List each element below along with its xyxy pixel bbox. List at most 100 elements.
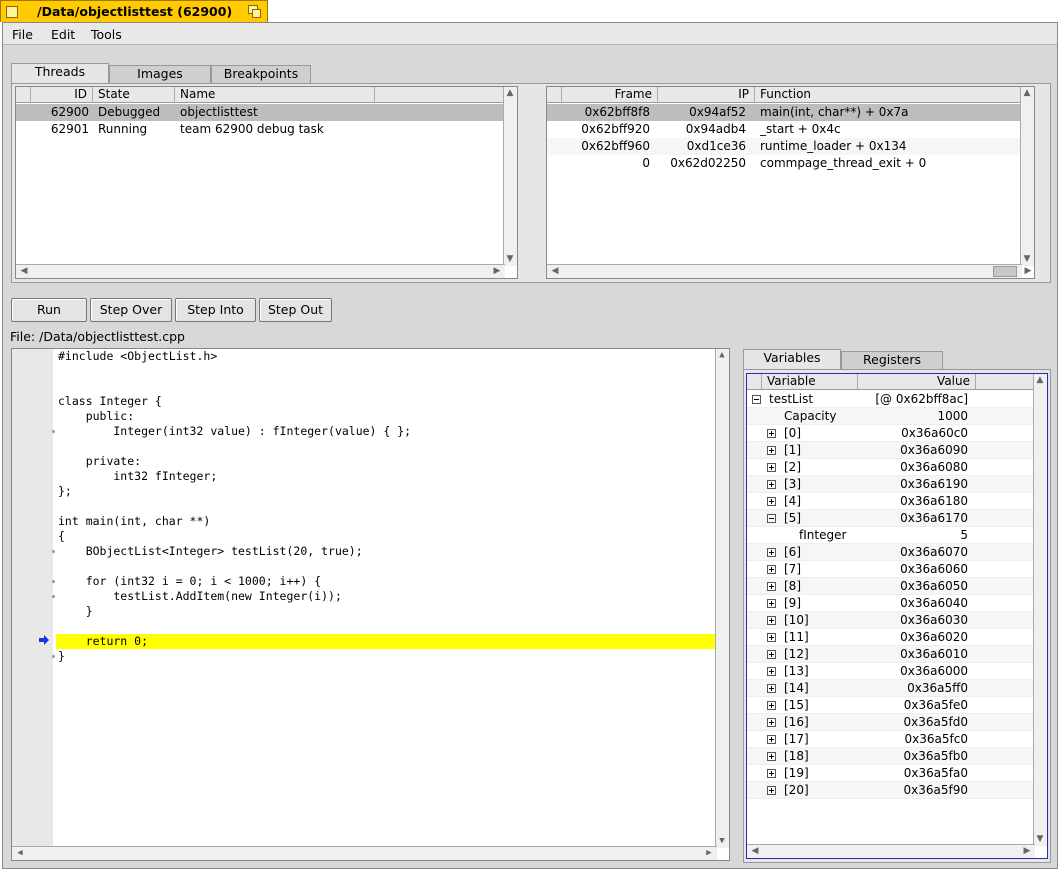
variable-row[interactable]: [17] 0x36a5fc0	[747, 731, 1047, 748]
variable-row[interactable]: [20] 0x36a5f90	[747, 782, 1047, 799]
variable-row[interactable]: [0] 0x36a60c0	[747, 425, 1047, 442]
expand-toggle-icon[interactable]	[767, 616, 776, 625]
expand-toggle-icon[interactable]	[767, 548, 776, 557]
window-title-tab[interactable]: /Data/objectlisttest (62900)	[0, 0, 268, 22]
expand-toggle-icon[interactable]	[767, 650, 776, 659]
top-tab-bar: Threads Images Breakpoints	[11, 63, 331, 85]
tab-variables[interactable]: Variables	[743, 349, 841, 369]
stack-hscroll[interactable]: ◀ ▶	[547, 264, 1031, 278]
expand-toggle-icon[interactable]	[767, 735, 776, 744]
column-frame[interactable]: Frame	[562, 87, 658, 103]
tab-breakpoints[interactable]: Breakpoints	[211, 65, 311, 83]
expand-toggle-icon[interactable]	[767, 429, 776, 438]
breakpoint-marker-dot[interactable]	[52, 595, 55, 598]
thread-row[interactable]: 62900 Debugged objectlisttest	[16, 104, 517, 121]
tab-registers[interactable]: Registers	[841, 351, 943, 369]
stack-frame-row[interactable]: 0x62bff8f8 0x94af52 main(int, char**) + 0x…	[547, 104, 1034, 121]
variable-row[interactable]: [19] 0x36a5fa0	[747, 765, 1047, 782]
column-value[interactable]: Value	[858, 374, 976, 390]
variable-row[interactable]: [1] 0x36a6090	[747, 442, 1047, 459]
variable-row[interactable]: [4] 0x36a6180	[747, 493, 1047, 510]
variable-row[interactable]: [14] 0x36a5ff0	[747, 680, 1047, 697]
stack-frame-row[interactable]: 0 0x62d02250 commpage_thread_exit + 0	[547, 155, 1034, 172]
variable-row[interactable]: Capacity 1000	[747, 408, 1047, 425]
column-state[interactable]: State	[93, 87, 175, 103]
column-function[interactable]: Function	[755, 87, 1025, 103]
variable-row[interactable]: [2] 0x36a6080	[747, 459, 1047, 476]
expand-toggle-icon[interactable]	[767, 684, 776, 693]
variable-row[interactable]: [6] 0x36a6070	[747, 544, 1047, 561]
expand-toggle-icon[interactable]	[767, 667, 776, 676]
variable-name: [9]	[784, 596, 801, 610]
source-hscroll[interactable]: ◀ ▶	[12, 846, 717, 860]
expand-toggle-icon[interactable]	[767, 752, 776, 761]
variable-row[interactable]: [8] 0x36a6050	[747, 578, 1047, 595]
threads-hscroll[interactable]: ◀ ▶	[16, 264, 505, 278]
expand-toggle-icon[interactable]	[767, 480, 776, 489]
column-id[interactable]: ID	[31, 87, 93, 103]
stack-hscroll-thumb[interactable]	[993, 266, 1017, 277]
close-window-button[interactable]	[6, 6, 18, 18]
expand-toggle-icon[interactable]	[767, 497, 776, 506]
variable-row[interactable]: [12] 0x36a6010	[747, 646, 1047, 663]
menu-tools[interactable]: Tools	[91, 27, 122, 42]
variable-row[interactable]: [13] 0x36a6000	[747, 663, 1047, 680]
variable-value: 5	[960, 528, 968, 542]
expand-toggle-icon[interactable]	[767, 769, 776, 778]
variable-value: 0x36a6190	[900, 477, 968, 491]
step-out-button[interactable]: Step Out	[259, 298, 332, 322]
variable-row[interactable]: [3] 0x36a6190	[747, 476, 1047, 493]
step-over-button[interactable]: Step Over	[90, 298, 172, 322]
variable-row[interactable]: fInteger 5	[747, 527, 1047, 544]
breakpoint-marker-dot[interactable]	[52, 580, 55, 583]
stack-frame-ip: 0xd1ce36	[686, 139, 746, 153]
expand-toggle-icon[interactable]	[767, 582, 776, 591]
zoom-window-button[interactable]	[248, 5, 262, 18]
source-code-view[interactable]: #include <ObjectList.h> class Integer { p…	[11, 348, 730, 861]
threads-vscroll[interactable]: ▲ ▼	[503, 87, 517, 266]
expand-toggle-icon[interactable]	[767, 701, 776, 710]
tab-threads[interactable]: Threads	[11, 63, 109, 83]
variables-vscroll[interactable]: ▲ ▼	[1033, 374, 1047, 846]
variable-row[interactable]: [16] 0x36a5fd0	[747, 714, 1047, 731]
stack-frame-row[interactable]: 0x62bff920 0x94adb4 _start + 0x4c	[547, 121, 1034, 138]
column-name[interactable]: Name	[175, 87, 375, 103]
stack-frame-row[interactable]: 0x62bff960 0xd1ce36 runtime_loader + 0x134	[547, 138, 1034, 155]
expand-toggle-icon[interactable]	[767, 446, 776, 455]
expand-toggle-icon[interactable]	[767, 565, 776, 574]
thread-row[interactable]: 62901 Running team 62900 debug task	[16, 121, 517, 138]
run-button[interactable]: Run	[11, 298, 87, 322]
variable-row[interactable]: [7] 0x36a6060	[747, 561, 1047, 578]
stack-vscroll[interactable]: ▲ ▼	[1020, 87, 1034, 266]
variable-row[interactable]: [9] 0x36a6040	[747, 595, 1047, 612]
variable-row[interactable]: [11] 0x36a6020	[747, 629, 1047, 646]
variable-row[interactable]: [15] 0x36a5fe0	[747, 697, 1047, 714]
menu-edit[interactable]: Edit	[51, 27, 75, 42]
expand-toggle-icon[interactable]	[767, 718, 776, 727]
collapse-toggle-icon[interactable]	[752, 395, 761, 404]
step-into-button[interactable]: Step Into	[175, 298, 256, 322]
menu-file[interactable]: File	[12, 27, 33, 42]
variable-row[interactable]: [5] 0x36a6170	[747, 510, 1047, 527]
expand-toggle-icon[interactable]	[767, 599, 776, 608]
variable-value: 0x36a6070	[900, 545, 968, 559]
breakpoint-marker-dot[interactable]	[52, 550, 55, 553]
variable-name: [10]	[784, 613, 809, 627]
breakpoint-marker-dot[interactable]	[52, 655, 55, 658]
expand-toggle-icon[interactable]	[767, 633, 776, 642]
collapse-toggle-icon[interactable]	[767, 514, 776, 523]
variable-name: [17]	[784, 732, 809, 746]
variable-name: [20]	[784, 783, 809, 797]
column-ip[interactable]: IP	[658, 87, 755, 103]
variable-value: 0x36a6020	[900, 630, 968, 644]
tab-images[interactable]: Images	[109, 65, 211, 83]
variable-row[interactable]: testList [@ 0x62bff8ac]	[747, 391, 1047, 408]
variable-row[interactable]: [18] 0x36a5fb0	[747, 748, 1047, 765]
expand-toggle-icon[interactable]	[767, 463, 776, 472]
breakpoint-marker-dot[interactable]	[52, 430, 55, 433]
variables-hscroll[interactable]: ◀ ▶	[747, 844, 1035, 858]
expand-toggle-icon[interactable]	[767, 786, 776, 795]
variable-row[interactable]: [10] 0x36a6030	[747, 612, 1047, 629]
column-variable[interactable]: Variable	[762, 374, 858, 390]
source-vscroll[interactable]: ▲ ▼	[715, 349, 729, 848]
